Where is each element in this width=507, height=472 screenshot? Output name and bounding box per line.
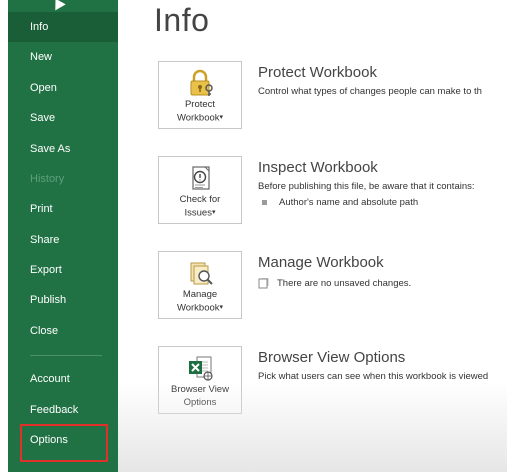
manage-workbook-note: There are no unsaved changes. — [258, 278, 411, 289]
manage-workbook-label-line1: Manage — [182, 289, 218, 300]
sidebar-item-print[interactable]: Print — [8, 194, 118, 224]
sidebar-item-close[interactable]: Close — [8, 316, 118, 346]
browser-view-options-button[interactable]: Browser View Options — [158, 346, 242, 414]
protect-workbook-label-line2: Workbook▾ — [176, 112, 224, 124]
dropdown-caret-icon: ▾ — [219, 114, 224, 121]
inspect-workbook-description: Before publishing this file, be aware th… — [258, 181, 475, 192]
sidebar-item-save-as[interactable]: Save As — [8, 134, 118, 164]
bullet-icon — [262, 199, 267, 205]
browser-view-options-description: Pick what users can see when this workbo… — [258, 371, 489, 382]
sidebar-item-save[interactable]: Save — [8, 103, 118, 133]
dropdown-caret-icon: ▾ — [211, 209, 216, 216]
check-for-issues-button[interactable]: Check for Issues▾ — [158, 156, 242, 224]
browser-view-options-label-line2: Options — [183, 397, 217, 408]
inspect-document-icon — [192, 166, 210, 190]
backstage-view: Info New Open Save Save As History Print… — [0, 0, 507, 472]
sidebar-item-info[interactable]: Info — [8, 12, 118, 42]
protect-workbook-description: Control what types of changes people can… — [258, 86, 482, 97]
sidebar-item-export[interactable]: Export — [8, 255, 118, 285]
check-for-issues-label-line1: Check for — [179, 194, 221, 205]
sidebar-item-account[interactable]: Account — [8, 364, 118, 394]
sidebar-item-share[interactable]: Share — [8, 225, 118, 255]
manage-workbook-button[interactable]: Manage Workbook▾ — [158, 251, 242, 319]
manage-workbook-label-line2: Workbook▾ — [176, 302, 224, 314]
dropdown-caret-icon: ▾ — [219, 304, 224, 311]
backstage-sidebar: Info New Open Save Save As History Print… — [8, 0, 118, 472]
lock-key-icon — [190, 69, 213, 96]
protect-workbook-button[interactable]: Protect Workbook▾ — [158, 61, 242, 129]
manage-workbook-heading: Manage Workbook — [258, 254, 384, 271]
sidebar-item-new[interactable]: New — [8, 42, 118, 72]
protect-workbook-label-line1: Protect — [184, 99, 216, 110]
inspect-workbook-heading: Inspect Workbook — [258, 159, 378, 176]
sidebar-item-feedback[interactable]: Feedback — [8, 395, 118, 425]
check-for-issues-label-line2: Issues▾ — [184, 207, 216, 219]
browser-view-options-label-line1: Browser View — [171, 384, 229, 395]
sidebar-item-publish[interactable]: Publish — [8, 285, 118, 315]
browser-view-options-heading: Browser View Options — [258, 349, 406, 366]
sidebar-item-options[interactable]: Options — [8, 425, 118, 455]
sidebar-item-open[interactable]: Open — [8, 73, 118, 103]
sidebar-divider — [30, 355, 102, 356]
document-icon — [258, 278, 269, 289]
info-pane: Info Protect Workbook▾ Protect Workbook … — [118, 0, 507, 472]
page-title: Info — [154, 2, 210, 38]
protect-workbook-heading: Protect Workbook — [258, 64, 377, 81]
manage-workbook-icon — [190, 262, 213, 285]
inspect-workbook-bullet: Author's name and absolute path — [262, 197, 418, 208]
excel-browser-view-icon — [189, 356, 213, 381]
mouse-cursor-icon — [50, 0, 66, 11]
sidebar-item-history: History — [30, 173, 65, 185]
